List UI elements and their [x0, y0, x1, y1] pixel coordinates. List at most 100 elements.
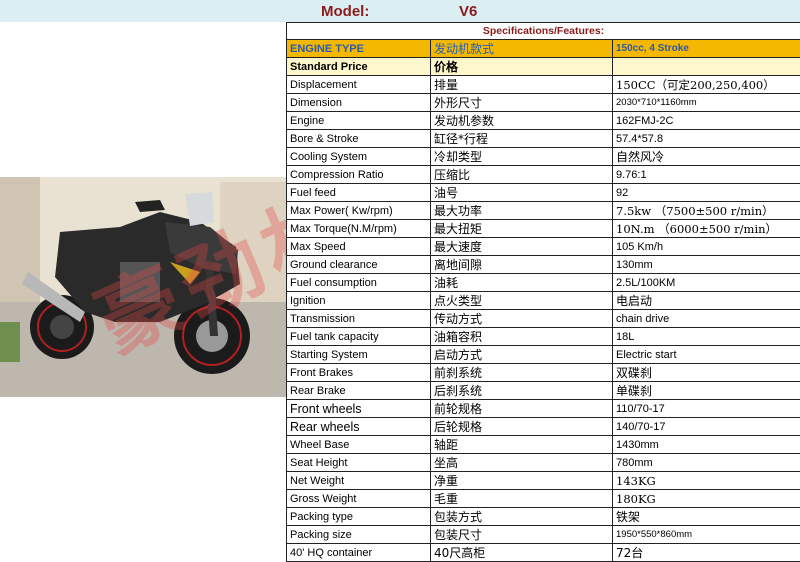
model-header: Model: V6: [0, 0, 800, 23]
model-label: Model:: [321, 3, 369, 20]
spec-row: Fuel feed油号92: [287, 184, 800, 202]
spec-label-cn: 坐高: [431, 454, 613, 472]
spec-row: Transmission传动方式chain drive: [287, 310, 800, 328]
spec-label-cn: 点火类型: [431, 292, 613, 310]
spec-value: 1430mm: [613, 436, 800, 454]
spec-value: 7.5kw （7500±500 r/min）: [613, 202, 800, 220]
spec-label-cn: 油号: [431, 184, 613, 202]
standard-price-label: Standard Price: [287, 58, 431, 76]
spec-label: Packing size: [287, 526, 431, 544]
spec-row: Packing type包装方式铁架: [287, 508, 800, 526]
spec-value: 162FMJ-2C: [613, 112, 800, 130]
spec-label-cn: 最大速度: [431, 238, 613, 256]
engine-type-label: ENGINE TYPE: [287, 40, 431, 58]
spec-value: 2030*710*1160mm: [613, 94, 800, 112]
spec-row: Packing size包装尺寸1950*550*860mm: [287, 526, 800, 544]
spec-label-cn: 缸径*行程: [431, 130, 613, 148]
spec-row: Wheel Base轴距1430mm: [287, 436, 800, 454]
spec-label: Ignition: [287, 292, 431, 310]
spec-label: Max Speed: [287, 238, 431, 256]
spec-label-cn: 冷却类型: [431, 148, 613, 166]
spec-label: Compression Ratio: [287, 166, 431, 184]
spec-row: Rear Brake后刹系统单碟刹: [287, 382, 800, 400]
spec-label: Front wheels: [287, 400, 431, 418]
spec-label-cn: 排量: [431, 76, 613, 94]
standard-price-cn: 价格: [431, 58, 613, 76]
spec-label: Gross Weight: [287, 490, 431, 508]
spec-value: 130mm: [613, 256, 800, 274]
spec-label-cn: 前刹系统: [431, 364, 613, 382]
model-value: V6: [459, 3, 477, 20]
spec-label: Dimension: [287, 94, 431, 112]
spec-label: Rear wheels: [287, 418, 431, 436]
spec-label: Engine: [287, 112, 431, 130]
spec-value: 180KG: [613, 490, 800, 508]
spec-value: 780mm: [613, 454, 800, 472]
spec-label: Displacement: [287, 76, 431, 94]
motorcycle-photo: 豪劲机车: [0, 22, 286, 559]
spec-label: Net Weight: [287, 472, 431, 490]
spec-label-cn: 后刹系统: [431, 382, 613, 400]
spec-label: Transmission: [287, 310, 431, 328]
spec-label-cn: 油箱容积: [431, 328, 613, 346]
spec-row: Cooling System冷却类型自然风冷: [287, 148, 800, 166]
spec-value: 105 Km/h: [613, 238, 800, 256]
spec-label-cn: 轴距: [431, 436, 613, 454]
specs-title: Specifications/Features:: [287, 23, 800, 40]
spec-value: 10N.m （6000±500 r/min）: [613, 220, 800, 238]
spec-label-cn: 油耗: [431, 274, 613, 292]
spec-label: Starting System: [287, 346, 431, 364]
spec-label: Packing type: [287, 508, 431, 526]
spec-row: Gross Weight毛重180KG: [287, 490, 800, 508]
spec-label-cn: 包装方式: [431, 508, 613, 526]
spec-label-cn: 最大扭矩: [431, 220, 613, 238]
spec-value: 电启动: [613, 292, 800, 310]
spec-row: Fuel tank capacity油箱容积18L: [287, 328, 800, 346]
engine-type-row: ENGINE TYPE 发动机款式 150cc, 4 Stroke: [287, 40, 800, 58]
spec-row: Front wheels前轮规格110/70-17: [287, 400, 800, 418]
spec-label-cn: 传动方式: [431, 310, 613, 328]
spec-value: 143KG: [613, 472, 800, 490]
spec-row: Front Brakes前刹系统双碟刹: [287, 364, 800, 382]
spec-label-cn: 压缩比: [431, 166, 613, 184]
spec-label: Bore & Stroke: [287, 130, 431, 148]
spec-label: Max Power( Kw/rpm): [287, 202, 431, 220]
spec-row: Max Speed最大速度105 Km/h: [287, 238, 800, 256]
spec-value: 2.5L/100KM: [613, 274, 800, 292]
spec-row: Seat Height坐高780mm: [287, 454, 800, 472]
spec-value: 57.4*57.8: [613, 130, 800, 148]
spec-value: chain drive: [613, 310, 800, 328]
spec-row: Starting System启动方式Electric start: [287, 346, 800, 364]
spec-value: 140/70-17: [613, 418, 800, 436]
spec-value: 双碟刹: [613, 364, 800, 382]
spec-value: 铁架: [613, 508, 800, 526]
spec-label: Ground clearance: [287, 256, 431, 274]
spec-label-cn: 发动机参数: [431, 112, 613, 130]
spec-label: Fuel tank capacity: [287, 328, 431, 346]
spec-row: Engine发动机参数162FMJ-2C: [287, 112, 800, 130]
spec-label: Wheel Base: [287, 436, 431, 454]
spec-row: Net Weight净重143KG: [287, 472, 800, 490]
spec-label: Cooling System: [287, 148, 431, 166]
spec-value: 92: [613, 184, 800, 202]
specs-title-row: Specifications/Features:: [287, 23, 800, 40]
spec-value: Electric start: [613, 346, 800, 364]
standard-price-value: [613, 58, 800, 76]
spec-label: Seat Height: [287, 454, 431, 472]
spec-label-cn: 前轮规格: [431, 400, 613, 418]
spec-label: Max Torque(N.M/rpm): [287, 220, 431, 238]
spec-label-cn: 外形尺寸: [431, 94, 613, 112]
spec-row: Ground clearance离地间隙130mm: [287, 256, 800, 274]
spec-label-cn: 离地间隙: [431, 256, 613, 274]
spec-value: 18L: [613, 328, 800, 346]
spec-table-body: Specifications/Features: ENGINE TYPE 发动机…: [287, 23, 800, 562]
spec-value: 150CC（可定200,250,400）: [613, 76, 800, 94]
spec-value: 9.76:1: [613, 166, 800, 184]
spec-label-cn: 启动方式: [431, 346, 613, 364]
spec-label: Front Brakes: [287, 364, 431, 382]
standard-price-row: Standard Price 价格: [287, 58, 800, 76]
spec-table: Specifications/Features: ENGINE TYPE 发动机…: [286, 22, 800, 562]
engine-type-cn: 发动机款式: [431, 40, 613, 58]
spec-row: Max Power( Kw/rpm)最大功率7.5kw （7500±500 r/…: [287, 202, 800, 220]
spec-value: 1950*550*860mm: [613, 526, 800, 544]
